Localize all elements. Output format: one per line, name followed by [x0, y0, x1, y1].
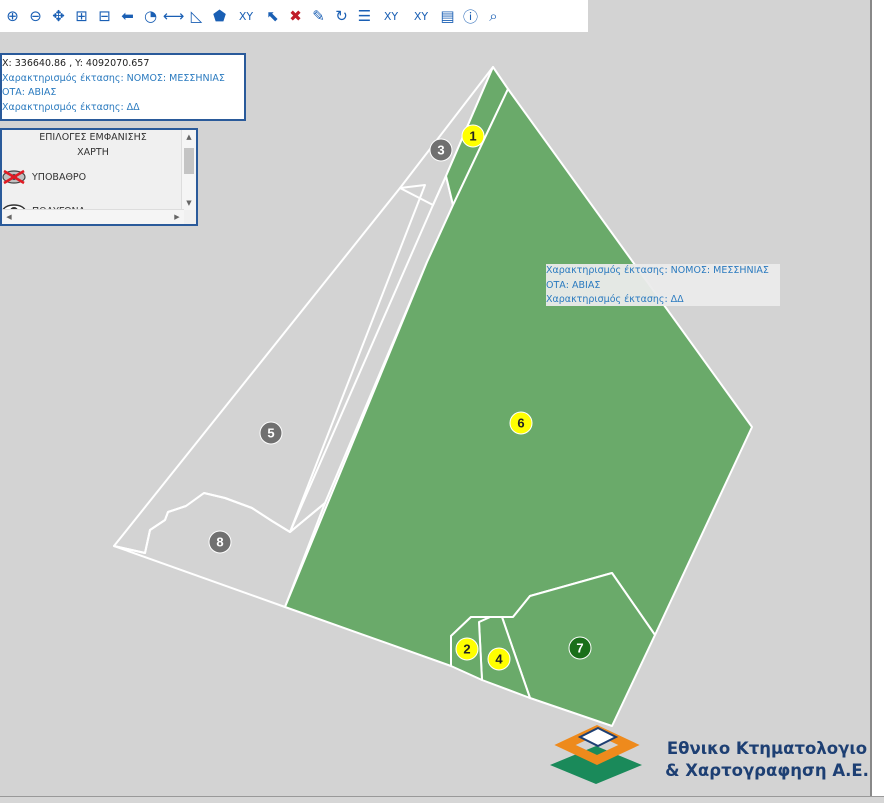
layers-horizontal-scrollbar[interactable]: ◀ ▶	[2, 209, 184, 224]
zoom-box-in-icon[interactable]: ⊞	[71, 4, 92, 28]
parcel-2-label: 2	[463, 642, 470, 657]
parcel-5-label: 5	[267, 426, 274, 441]
select-icon[interactable]: ⬉	[262, 4, 283, 28]
layer-item-basemap[interactable]: ΥΠΟΒΑΘΡΟ	[2, 160, 196, 194]
zoom-box-out-icon[interactable]: ⊟	[94, 4, 115, 28]
layer-label-basemap: ΥΠΟΒΑΘΡΟ	[32, 171, 87, 183]
info-icon[interactable]: ⓘ	[460, 4, 481, 28]
parcel-3-label: 3	[437, 143, 444, 158]
map-toolbar: ⊕ ⊖ ✥ ⊞ ⊟ ⬅ ◔ ⟷ ◺ ⬟ XY ⬉ ✖ ✎ ↻ ☰ XY XY ▤ ⓘ ⌕	[0, 0, 588, 32]
zoom-out-icon[interactable]: ⊖	[25, 4, 46, 28]
tooltip-line-prefecture: Χαρακτηρισμός έκτασης: ΝΟΜΟΣ: ΜΕΣΣΗΝΙΑΣ	[546, 265, 769, 276]
logo-text: Εθνικο Κτηματολογιο & Χαρτογραφηση Α.Ε.	[662, 738, 872, 782]
pan-icon[interactable]: ✥	[48, 4, 69, 28]
measure-angle-icon[interactable]: ◺	[186, 4, 207, 28]
search-icon[interactable]: ⌕	[483, 4, 504, 28]
parcel-5-marker[interactable]: 5	[259, 421, 283, 445]
refresh-icon[interactable]: ↻	[331, 4, 352, 28]
measure-area-icon[interactable]: ⬟	[209, 4, 230, 28]
parcel-3-marker[interactable]: 3	[429, 138, 453, 162]
parcel-8-marker[interactable]: 8	[208, 530, 232, 554]
parcel-8-label: 8	[216, 535, 223, 550]
parcel-1-label: 1	[469, 129, 476, 144]
print-map-icon[interactable]: ▤	[437, 4, 458, 28]
draw-edit-icon[interactable]: ✎	[308, 4, 329, 28]
tooltip-line-municipality: ΟΤΑ: ΑΒΙΑΣ	[546, 279, 601, 291]
logo-line-2: & Χαρτογραφηση Α.Ε.	[665, 761, 869, 780]
export-coordinates-icon[interactable]: XY	[407, 4, 435, 28]
map-hover-tooltip: Χαρακτηρισμός έκτασης: ΝΟΜΟΣ: ΜΕΣΣΗΝΙΑΣ …	[546, 264, 780, 306]
clear-selection-icon[interactable]: ✖	[285, 4, 306, 28]
scroll-down-icon[interactable]: ▼	[182, 196, 196, 210]
parcel-4-marker[interactable]: 4	[487, 647, 511, 671]
info-line-prefecture: Χαρακτηρισμός έκτασης: ΝΟΜΟΣ: ΜΕΣΣΗΝΙΑΣ	[2, 72, 225, 84]
parcel-7-label: 7	[576, 641, 583, 656]
info-line-land-type: Χαρακτηρισμός έκτασης: ΔΔ	[2, 101, 140, 113]
layers-vertical-scrollbar[interactable]: ▲ ▼	[181, 130, 196, 210]
scrollbar-thumb[interactable]	[184, 148, 194, 174]
scroll-right-icon[interactable]: ▶	[170, 210, 184, 224]
tooltip-line-land-type: Χαρακτηρισμός έκτασης: ΔΔ	[546, 294, 684, 305]
parcel-6-label: 6	[517, 416, 524, 431]
legend-icon[interactable]: ☰	[354, 4, 375, 28]
coordinate-info-panel: X: 336640.86 , Y: 4092070.657 Χαρακτηρισ…	[0, 53, 246, 121]
layers-panel-title: ΕΠΙΛΟΓΕΣ ΕΜΦΑΝΙΣΗΣ ΧΑΡΤΗ	[39, 132, 147, 158]
parcel-4-label: 4	[495, 652, 503, 667]
parcel-7-marker[interactable]: 7	[568, 636, 592, 660]
logo-line-1: Εθνικο Κτηματολογιο	[666, 739, 868, 758]
right-panel-edge	[870, 0, 884, 802]
map-display-options-panel: ΕΠΙΛΟΓΕΣ ΕΜΦΑΝΙΣΗΣ ΧΑΡΤΗ ΥΠΟΒΑΘΡΟ ΠΟΛΥΓΩ…	[0, 128, 198, 226]
zoom-in-icon[interactable]: ⊕	[2, 4, 23, 28]
parcel-1-marker[interactable]: 1	[461, 124, 485, 148]
full-extent-icon[interactable]: ◔	[140, 4, 161, 28]
goto-xy-icon[interactable]: XY	[232, 4, 260, 28]
measure-distance-icon[interactable]: ⟷	[163, 4, 185, 28]
previous-extent-icon[interactable]: ⬅	[117, 4, 138, 28]
parcel-6-marker[interactable]: 6	[509, 411, 533, 435]
info-line-municipality: ΟΤΑ: ΑΒΙΑΣ	[2, 87, 57, 98]
scroll-up-icon[interactable]: ▲	[182, 130, 196, 144]
parcel-2-marker[interactable]: 2	[455, 637, 479, 661]
hidden-eye-icon[interactable]	[2, 167, 26, 187]
scroll-left-icon[interactable]: ◀	[2, 210, 16, 224]
coordinate-readout: X: 336640.86 , Y: 4092070.657	[2, 58, 150, 69]
coordinates-table-icon[interactable]: XY	[377, 4, 405, 28]
